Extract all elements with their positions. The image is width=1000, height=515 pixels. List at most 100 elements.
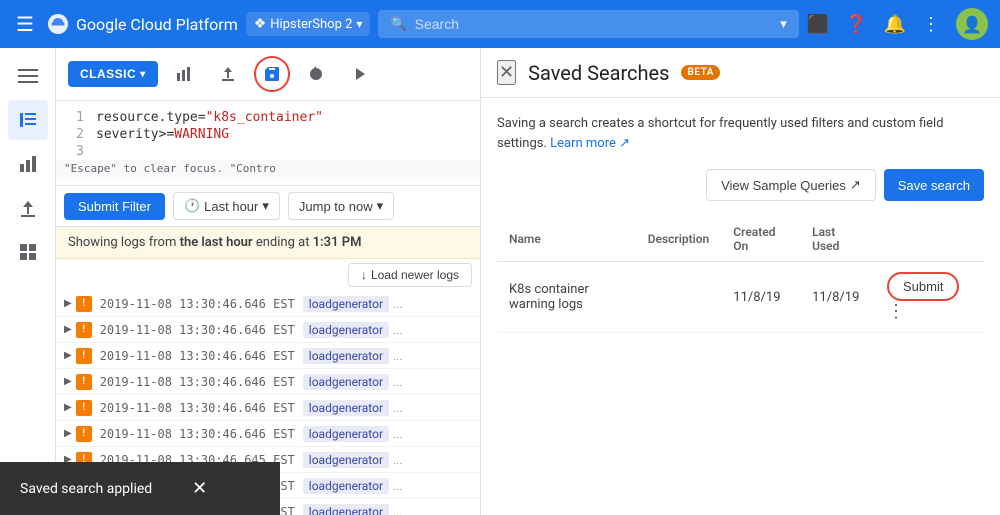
list-item: K8s container warning logs 11/8/19 11/8/… — [497, 262, 984, 333]
editor-hint: "Escape" to clear focus. "Contro — [56, 160, 480, 177]
table-row[interactable]: ▶ ! 2019-11-08 13:30:46.646 EST loadgene… — [56, 421, 480, 447]
table-row[interactable]: ▶ ! 2019-11-08 13:30:46.646 EST loadgene… — [56, 395, 480, 421]
log-ellipsis: ... — [393, 323, 403, 337]
table-row[interactable]: ▶ ! 2019-11-08 13:30:46.646 EST loadgene… — [56, 343, 480, 369]
search-input[interactable] — [415, 16, 773, 32]
left-sidebar — [0, 48, 56, 515]
jump-label: Jump to now — [299, 199, 373, 214]
row-expand-icon[interactable]: ▶ — [64, 428, 72, 439]
save-icon-button[interactable] — [254, 56, 290, 92]
sidebar-item-logs[interactable] — [8, 100, 48, 140]
sidebar-item-charts[interactable] — [8, 144, 48, 184]
log-timestamp: 2019-11-08 13:30:46.646 EST — [100, 427, 295, 441]
save-search-button[interactable]: Save search — [884, 169, 984, 201]
submit-search-button[interactable]: Submit — [887, 272, 959, 301]
search-last-used: 11/8/19 — [800, 262, 875, 333]
submit-filter-button[interactable]: Submit Filter — [64, 193, 165, 220]
row-expand-icon[interactable]: ▶ — [64, 402, 72, 413]
severity-icon: ! — [76, 296, 92, 312]
time-label: Last hour — [204, 199, 258, 214]
jump-to-now-button[interactable]: Jump to now ▾ — [288, 192, 394, 220]
severity-icon: ! — [76, 374, 92, 390]
classic-button[interactable]: CLASSIC ▾ — [68, 61, 158, 87]
row-expand-icon[interactable]: ▶ — [64, 350, 72, 361]
sidebar-item-dashboard[interactable] — [8, 232, 48, 272]
log-tag: loadgenerator — [303, 374, 389, 390]
code-line-3: 3 — [56, 143, 480, 160]
log-tag: loadgenerator — [303, 348, 389, 364]
top-nav: ☰ Google Cloud Platform ❖ HipsterShop 2 … — [0, 0, 1000, 48]
log-timestamp: 2019-11-08 13:30:46.646 EST — [100, 401, 295, 415]
log-timestamp: 2019-11-08 13:30:46.646 EST — [100, 349, 295, 363]
col-name: Name — [497, 217, 636, 262]
terminal-icon[interactable]: ⬛ — [807, 14, 829, 35]
panel-actions: View Sample Queries ↗ Save search — [497, 169, 984, 201]
view-sample-queries-button[interactable]: View Sample Queries ↗ — [706, 169, 876, 201]
time-filter-button[interactable]: 🕐 Last hour ▾ — [173, 192, 280, 220]
log-tag: loadgenerator — [303, 478, 389, 494]
down-arrow-icon: ↓ — [361, 268, 367, 282]
col-created-on: Created On — [721, 217, 800, 262]
right-panel-header: ✕ Saved Searches BETA — [481, 48, 1000, 98]
sidebar-item-upload[interactable] — [8, 188, 48, 228]
log-timestamp: 2019-11-08 13:30:46.646 EST — [100, 297, 295, 311]
search-dropdown-icon[interactable]: ▾ — [780, 17, 787, 32]
gcp-logo-icon — [46, 12, 70, 36]
log-ellipsis: ... — [393, 375, 403, 389]
table-row[interactable]: ▶ ! 2019-11-08 13:30:46.646 EST loadgene… — [56, 291, 480, 317]
saved-searches-table: Name Description Created On Last Used K8… — [497, 217, 984, 333]
learn-more-link[interactable]: Learn more ↗ — [550, 136, 630, 151]
saved-searches-body: K8s container warning logs 11/8/19 11/8/… — [497, 262, 984, 333]
severity-icon: ! — [76, 322, 92, 338]
project-name: HipsterShop 2 — [270, 17, 352, 32]
user-avatar[interactable]: 👤 — [956, 8, 988, 40]
panel-description: Saving a search creates a shortcut for f… — [497, 114, 984, 153]
bar-chart-icon-button[interactable] — [166, 56, 202, 92]
log-tag: loadgenerator — [303, 504, 389, 515]
code-editor[interactable]: 1 resource.type="k8s_container" 2 severi… — [56, 101, 480, 186]
table-header: Name Description Created On Last Used — [497, 217, 984, 262]
content-area: CLASSIC ▾ 1 resource.type="k8s_ — [56, 48, 480, 515]
upload-icon-button[interactable] — [210, 56, 246, 92]
log-ellipsis: ... — [393, 297, 403, 311]
col-last-used: Last Used — [800, 217, 875, 262]
more-search-options-icon[interactable]: ⋮ — [887, 301, 905, 322]
load-newer-button[interactable]: ↓ Load newer logs — [348, 263, 472, 287]
search-description — [636, 262, 722, 333]
refresh-icon-button[interactable] — [298, 56, 334, 92]
log-tag: loadgenerator — [303, 400, 389, 416]
table-row[interactable]: ▶ ! 2019-11-08 13:30:46.646 EST loadgene… — [56, 369, 480, 395]
close-panel-button[interactable]: ✕ — [497, 60, 516, 85]
notifications-icon[interactable]: 🔔 — [884, 14, 906, 35]
project-selector[interactable]: ❖ HipsterShop 2 ▾ — [246, 12, 371, 36]
row-expand-icon[interactable]: ▶ — [64, 298, 72, 309]
help-icon[interactable]: ❓ — [845, 14, 867, 35]
log-tag: loadgenerator — [303, 426, 389, 442]
toolbar: CLASSIC ▾ — [56, 48, 480, 101]
nav-logo: Google Cloud Platform — [46, 12, 238, 36]
search-actions: Submit ⋮ — [875, 262, 984, 333]
severity-icon: ! — [76, 348, 92, 364]
filter-bar: Submit Filter 🕐 Last hour ▾ Jump to now … — [56, 186, 480, 227]
search-name: K8s container warning logs — [497, 262, 636, 333]
play-icon-button[interactable] — [342, 56, 378, 92]
code-line-2: 2 severity>=WARNING — [56, 126, 480, 143]
log-ellipsis: ... — [393, 453, 403, 467]
code-line-1: 1 resource.type="k8s_container" — [56, 109, 480, 126]
app-title: Google Cloud Platform — [76, 15, 238, 34]
log-ellipsis: ... — [393, 505, 403, 515]
log-timestamp: 2019-11-08 13:30:46.646 EST — [100, 323, 295, 337]
hamburger-menu-icon[interactable]: ☰ — [12, 8, 38, 40]
sidebar-item-menu[interactable] — [8, 56, 48, 96]
more-options-icon[interactable]: ⋮ — [922, 14, 940, 35]
beta-badge: BETA — [681, 65, 719, 80]
search-icon: 🔍 — [390, 17, 406, 32]
row-expand-icon[interactable]: ▶ — [64, 376, 72, 387]
table-row[interactable]: ▶ ! 2019-11-08 13:30:46.646 EST loadgene… — [56, 317, 480, 343]
toast-close-button[interactable]: ✕ — [192, 478, 207, 499]
log-ellipsis: ... — [393, 349, 403, 363]
time-clock-icon: 🕐 — [184, 198, 200, 214]
row-expand-icon[interactable]: ▶ — [64, 324, 72, 335]
panel-title: Saved Searches — [528, 61, 669, 85]
search-bar[interactable]: 🔍 ▾ — [378, 10, 798, 38]
